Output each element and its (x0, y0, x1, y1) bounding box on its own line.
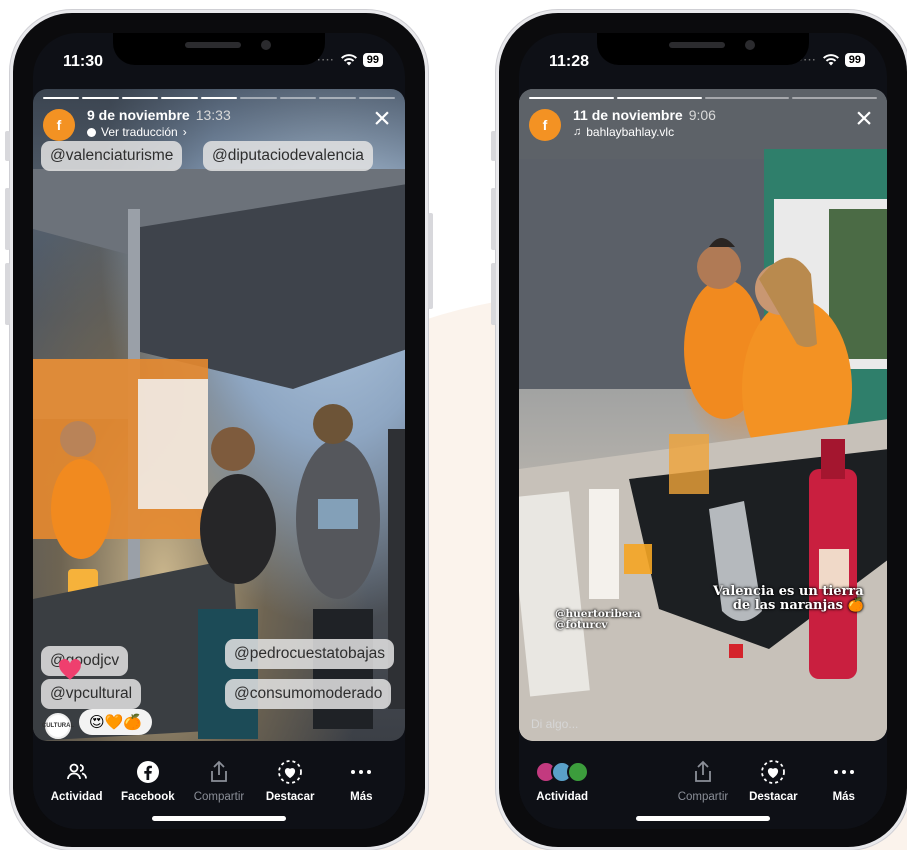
highlight-button[interactable]: Destacar (262, 759, 318, 803)
mention-tag[interactable]: @pedrocuestatobajas (225, 639, 395, 669)
highlight-button[interactable]: Destacar (745, 759, 801, 803)
home-indicator[interactable] (636, 816, 770, 821)
reply-input[interactable]: Di algo... (531, 717, 578, 731)
side-button (428, 213, 433, 309)
activity-button[interactable]: Actividad (534, 759, 590, 803)
battery-icon: 99 (362, 53, 383, 67)
story-progress (529, 97, 877, 99)
music-attribution[interactable]: ♫ bahlaybahlay.vlc (573, 125, 716, 139)
highlight-icon (761, 760, 786, 784)
wifi-icon (822, 54, 839, 66)
story-time: 13:33 (195, 107, 231, 123)
mention-tag[interactable]: @diputaciodevalencia (203, 141, 373, 171)
right-phone: 11:28 ···· 99 f 11 de noviembre 9:06 ♫ b… (491, 10, 907, 850)
more-icon (351, 770, 372, 774)
share-label: Compartir (677, 791, 729, 803)
share-icon (211, 760, 227, 782)
activity-button[interactable]: Actividad (49, 759, 105, 803)
more-label: Más (350, 791, 373, 803)
highlight-icon (278, 760, 303, 784)
activity-label: Actividad (536, 791, 589, 803)
people-icon (66, 763, 87, 780)
more-button[interactable]: Más (333, 759, 389, 803)
status-time: 11:30 (63, 53, 104, 70)
music-user: bahlaybahlay.vlc (586, 125, 675, 139)
activity-label: Actividad (50, 791, 103, 803)
mention-tag[interactable]: @vpcultural (41, 679, 142, 709)
caption-line: Valencia es un tierra (713, 584, 864, 599)
heart-icon (59, 659, 81, 680)
profile-avatar[interactable]: f (43, 109, 75, 141)
close-icon[interactable]: × (369, 104, 395, 134)
status-time: 11:28 (549, 53, 590, 70)
facebook-icon (136, 761, 159, 783)
side-button (491, 188, 496, 250)
music-icon: ♫ (573, 126, 582, 138)
story-progress (43, 97, 395, 99)
more-icon (833, 770, 854, 774)
more-button[interactable]: Más (816, 759, 872, 803)
more-label: Más (832, 791, 855, 803)
battery-icon: 99 (844, 53, 865, 67)
story-caption: Valencia es un tierra de las naranjas 🍊 (713, 585, 864, 612)
left-phone: 11:30 ···· 99 f 9 de noviembre 13:33 Ver… (5, 10, 433, 850)
facebook-button[interactable]: Facebook (120, 759, 176, 803)
translate-bubble-icon (87, 127, 96, 137)
wifi-icon (340, 54, 357, 66)
side-button (5, 131, 10, 161)
close-icon[interactable]: × (851, 104, 877, 134)
side-button (5, 188, 10, 250)
reaction-emojis: 😍🧡🍊 (79, 709, 152, 735)
viewer-avatars (535, 761, 590, 783)
share-label: Compartir (193, 791, 245, 803)
story-view[interactable]: f 9 de noviembre 13:33 Ver traducción › × … (33, 89, 405, 741)
notch (113, 33, 325, 65)
story-date: 9 de noviembre (87, 107, 190, 123)
side-button (5, 263, 10, 325)
story-mentions: @huertoribera @foturcv (555, 608, 641, 631)
story-view[interactable]: f 11 de noviembre 9:06 ♫ bahlaybahlay.vlc … (519, 89, 887, 741)
phone-screen: 11:28 ···· 99 f 11 de noviembre 9:06 ♫ b… (519, 33, 887, 829)
notch (597, 33, 809, 65)
story-date: 11 de noviembre (573, 107, 683, 123)
phone-screen: 11:30 ···· 99 f 9 de noviembre 13:33 Ver… (33, 33, 405, 829)
mention-tag[interactable]: @consumomoderado (225, 679, 392, 709)
reaction-avatar[interactable]: CULTURAL (42, 713, 74, 739)
caption-line: de las naranjas 🍊 (732, 597, 864, 613)
mention-tag[interactable]: @goodjcv (41, 646, 129, 676)
mention-text[interactable]: @foturcv (555, 619, 641, 631)
highlight-label: Destacar (265, 791, 315, 803)
side-button (491, 131, 496, 161)
translate-label: Ver traducción (101, 125, 178, 139)
highlight-label: Destacar (749, 791, 798, 803)
story-header: f 11 de noviembre 9:06 ♫ bahlaybahlay.vlc … (529, 104, 877, 147)
share-button[interactable]: Compartir (675, 759, 731, 803)
share-button[interactable]: Compartir (191, 759, 247, 803)
translate-link[interactable]: Ver traducción › (87, 125, 231, 139)
facebook-label: Facebook (120, 791, 175, 803)
mention-tag[interactable]: @valenciaturisme (41, 141, 183, 171)
share-icon (695, 760, 711, 782)
story-photo (519, 89, 887, 741)
chevron-right-icon: › (182, 125, 187, 139)
home-indicator[interactable] (152, 816, 286, 821)
side-button (491, 263, 496, 325)
story-time: 9:06 (688, 107, 716, 123)
profile-avatar[interactable]: f (529, 109, 561, 141)
